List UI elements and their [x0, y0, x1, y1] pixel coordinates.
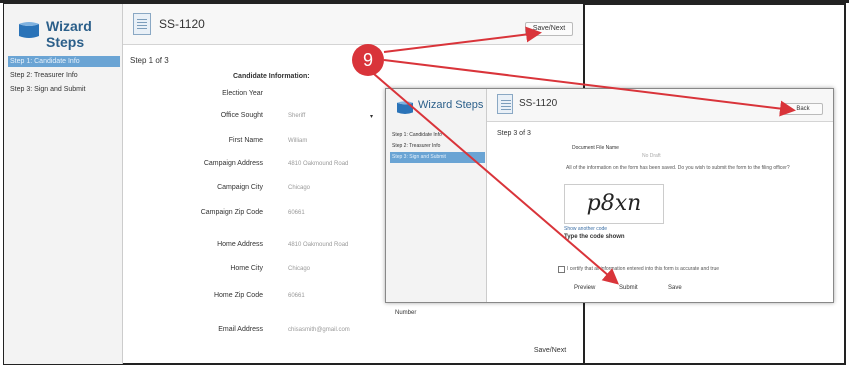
step-callout-badge: 9: [352, 44, 384, 76]
annotation-arrows: [373, 26, 796, 285]
arrow-to-save-next: [383, 26, 542, 53]
arrow-to-back: [383, 59, 796, 117]
arrow-to-submit: [373, 73, 620, 285]
